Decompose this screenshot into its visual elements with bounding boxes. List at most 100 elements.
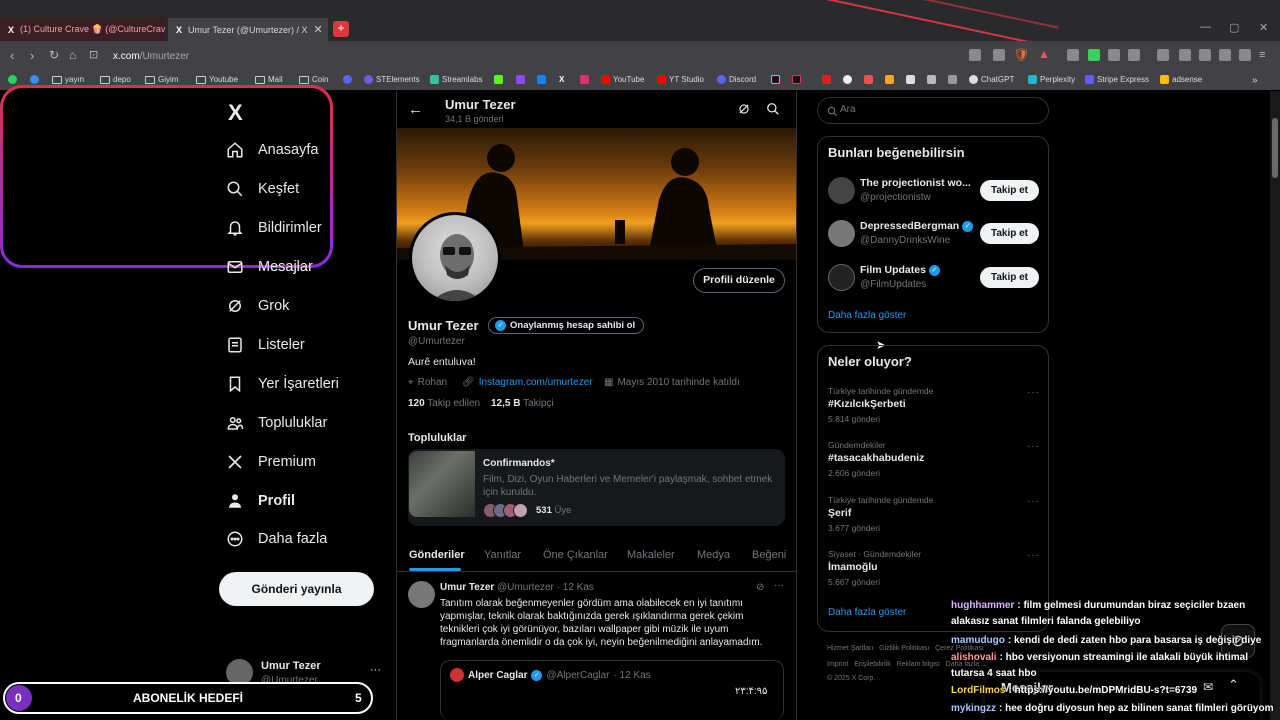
- nav-grok[interactable]: Grok: [226, 297, 289, 315]
- edit-profile-button[interactable]: Profili düzenle: [693, 268, 785, 293]
- get-verified-badge[interactable]: ✓ Onaylanmış hesap sahibi ol: [488, 317, 645, 334]
- home-browser-icon[interactable]: ⌂: [69, 48, 76, 62]
- profile-link[interactable]: 🔗︎ Instagram.com/umurtezer: [462, 377, 593, 388]
- nav-lists[interactable]: Listeler: [226, 336, 305, 354]
- bookmark-folder-coin[interactable]: Coin: [299, 75, 328, 84]
- whatsapp-bookmark[interactable]: [8, 75, 17, 84]
- new-tab-button[interactable]: +: [333, 21, 349, 37]
- bookmark-extra[interactable]: [864, 75, 873, 84]
- leo-ai-icon[interactable]: [1219, 49, 1231, 61]
- nav-notifications[interactable]: Bildirimler: [226, 219, 322, 237]
- show-more-suggestions-link[interactable]: Daha fazla göster: [828, 310, 906, 321]
- suggestion-avatar[interactable]: [828, 177, 855, 204]
- profile-avatar[interactable]: [409, 212, 501, 304]
- trend-more-icon[interactable]: ···: [1027, 496, 1040, 507]
- trend-more-icon[interactable]: ···: [1027, 387, 1040, 398]
- extension-icon[interactable]: [1067, 49, 1079, 61]
- nav-home[interactable]: Anasayfa: [226, 141, 318, 159]
- bookmark-perplexity[interactable]: Perplexity: [1028, 75, 1075, 84]
- bookmark-extra[interactable]: [885, 75, 894, 84]
- bookmark-x[interactable]: X: [559, 75, 564, 84]
- brave-shield-icon[interactable]: 🛡: [1013, 47, 1030, 63]
- bookmark-twitch[interactable]: [516, 75, 525, 84]
- nav-profile[interactable]: Profil: [226, 492, 295, 510]
- bookmark-folder-yayin[interactable]: yayın: [52, 75, 84, 84]
- account-menu-icon[interactable]: ···: [370, 664, 381, 676]
- nav-communities[interactable]: Topluluklar: [226, 414, 327, 432]
- close-window-icon[interactable]: ✕: [1259, 21, 1268, 34]
- share-icon[interactable]: [993, 49, 1005, 61]
- extension-icon[interactable]: [1108, 49, 1120, 61]
- tweet-more-icon[interactable]: ···: [774, 580, 784, 591]
- tab-replies[interactable]: Yanıtlar: [484, 549, 521, 561]
- tab-posts[interactable]: Gönderiler: [409, 549, 465, 561]
- bookmark-streamlabs[interactable]: Streamlabs: [430, 75, 482, 84]
- bookmark-extra[interactable]: [906, 75, 915, 84]
- bookmark-extra[interactable]: [822, 75, 831, 84]
- bookmark-extra[interactable]: [927, 75, 936, 84]
- sidebar-icon[interactable]: [1179, 49, 1191, 61]
- extension-icon[interactable]: [969, 49, 981, 61]
- browser-tab-culture-crave[interactable]: X (1) Culture Crave 🍿 (@CultureCrave: [0, 18, 165, 41]
- show-more-trends-link[interactable]: Daha fazla göster: [828, 607, 906, 618]
- tab-media[interactable]: Medya: [697, 549, 730, 561]
- bookmark-extra[interactable]: [948, 75, 957, 84]
- brave-rewards-icon[interactable]: ▲: [1038, 47, 1050, 61]
- post-button[interactable]: Gönderi yayınla: [219, 572, 374, 606]
- grok-analyze-icon[interactable]: ⊘: [756, 582, 764, 593]
- suggestion-name-row[interactable]: Film Updates ✓: [860, 264, 940, 276]
- minimize-icon[interactable]: —: [1200, 21, 1211, 33]
- bookmark-folder-youtube[interactable]: Youtube: [196, 75, 238, 84]
- bookmark-tiktok-2[interactable]: [792, 75, 801, 84]
- nav-premium[interactable]: Premium: [226, 453, 316, 471]
- follow-button[interactable]: Takip et: [980, 223, 1039, 244]
- tab-highlights[interactable]: Öne Çıkanlar: [543, 549, 608, 561]
- chevron-up-icon[interactable]: ⌃: [1228, 677, 1239, 693]
- x-logo-icon[interactable]: X: [228, 100, 243, 126]
- bookmark-extra[interactable]: [343, 75, 352, 84]
- followers-stat[interactable]: 12,5 B Takipçi: [491, 398, 554, 409]
- extension-icon[interactable]: [1088, 49, 1100, 61]
- scrollbar-track[interactable]: [1270, 91, 1280, 720]
- trend-name[interactable]: Şerif: [828, 507, 851, 519]
- tab-articles[interactable]: Makaleler: [627, 549, 675, 561]
- media-icon[interactable]: [1157, 49, 1169, 61]
- close-tab-icon[interactable]: ✕: [314, 23, 323, 36]
- follow-button[interactable]: Takip et: [980, 180, 1039, 201]
- nav-more[interactable]: Daha fazla: [226, 530, 327, 548]
- suggestion-name-row[interactable]: DepressedBergman ✓: [860, 220, 974, 232]
- bookmark-stripe[interactable]: Stripe Express: [1085, 75, 1149, 84]
- trend-name[interactable]: #tasacakhabudeniz: [828, 452, 924, 464]
- follow-button[interactable]: Takip et: [980, 267, 1039, 288]
- tweet-handle[interactable]: @Umurtezer: [497, 582, 554, 593]
- trend-name[interactable]: İmamoğlu: [828, 561, 878, 573]
- back-arrow-icon[interactable]: ←: [408, 101, 423, 118]
- search-profile-icon[interactable]: [766, 102, 780, 121]
- bookmark-folder-giyim[interactable]: Giyim: [145, 75, 178, 84]
- suggestion-avatar[interactable]: [828, 264, 855, 291]
- nav-bookmarks[interactable]: Yer İşaretleri: [226, 375, 339, 393]
- tab-likes[interactable]: Beğeni: [752, 549, 786, 561]
- back-icon[interactable]: ‹: [10, 48, 14, 63]
- browser-tab-profile[interactable]: X Umur Tezer (@Umurtezer) / X ✕: [168, 18, 328, 41]
- bookmark-extra[interactable]: [843, 75, 852, 84]
- grok-analyze-icon[interactable]: [737, 102, 751, 121]
- bookmark-folder-depo[interactable]: depo: [100, 75, 131, 84]
- trend-name[interactable]: #KızılcıkŞerbeti: [828, 398, 906, 410]
- link-text[interactable]: Instagram.com/umurtezer: [479, 377, 593, 388]
- following-stat[interactable]: 120 Takip edilen: [408, 398, 480, 409]
- chrome-bookmark[interactable]: [30, 75, 39, 84]
- forward-icon[interactable]: ›: [30, 48, 34, 63]
- url-bar[interactable]: x.com/Umurtezer: [113, 47, 953, 66]
- bookmark-bluesky[interactable]: [537, 75, 546, 84]
- bookmark-kick[interactable]: [494, 75, 503, 84]
- bookmark-discord[interactable]: Discord: [717, 75, 756, 84]
- bookmark-yt-studio[interactable]: YT Studio: [657, 75, 704, 84]
- bookmark-instagram[interactable]: [580, 75, 589, 84]
- new-message-icon[interactable]: ✉: [1203, 680, 1213, 694]
- wallet-icon[interactable]: [1199, 49, 1211, 61]
- bookmark-chatgpt[interactable]: ChatGPT: [969, 75, 1014, 84]
- bookmark-youtube[interactable]: YouTube: [601, 75, 644, 84]
- tweet-author[interactable]: Umur Tezer: [440, 582, 494, 593]
- bookmark-page-icon[interactable]: ⊡: [89, 48, 98, 61]
